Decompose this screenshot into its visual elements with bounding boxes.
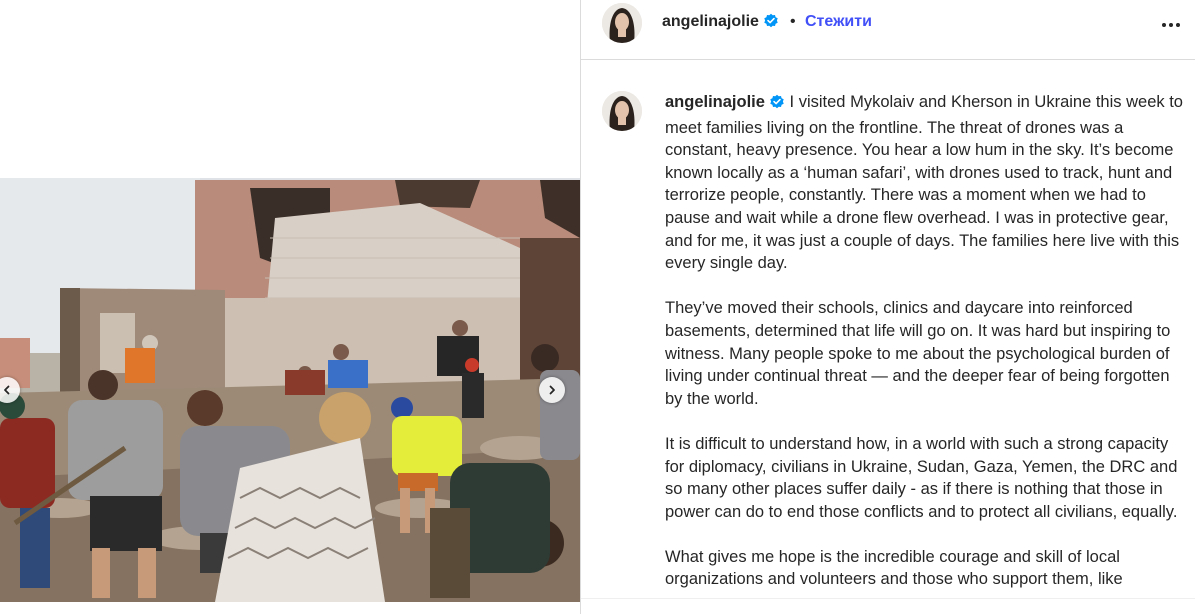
caption-area[interactable]: angelinajolie I visited Mykolaiv and Khe…: [581, 61, 1195, 601]
media-pane: [0, 0, 580, 614]
follow-button[interactable]: Стежити: [805, 13, 872, 31]
caption-text: I visited Mykolaiv and Kherson in Ukrain…: [665, 93, 1183, 273]
caption-paragraph-1: angelinajolie I visited Mykolaiv and Khe…: [665, 91, 1189, 275]
caption-avatar[interactable]: [602, 91, 642, 131]
caption-paragraph-2: They’ve moved their schools, clinics and…: [665, 299, 1171, 408]
caption-bottom-divider: [581, 598, 1195, 599]
caption-username[interactable]: angelinajolie: [665, 93, 765, 111]
verified-badge-icon: [763, 13, 779, 34]
caption-paragraph-4: What gives me hope is the incredible cou…: [665, 547, 1123, 589]
verified-badge-icon: [769, 94, 785, 117]
post-photo[interactable]: [0, 178, 580, 602]
more-options-icon: [1161, 15, 1181, 33]
more-options-button[interactable]: [1158, 13, 1184, 35]
avatar[interactable]: [602, 3, 642, 43]
post-header: angelinajolie • Стежити: [581, 0, 1195, 60]
caption-paragraph-3: It is difficult to understand how, in a …: [665, 434, 1178, 521]
separator-dot: •: [790, 13, 796, 30]
chevron-left-icon: [2, 385, 12, 395]
post-pane: angelinajolie • Стежити angelinajolie I …: [581, 0, 1195, 614]
username-text: angelinajolie: [662, 13, 759, 30]
post-author-username[interactable]: angelinajolie: [662, 13, 779, 34]
post-caption: angelinajolie I visited Mykolaiv and Khe…: [665, 91, 1189, 601]
carousel-next-button[interactable]: [539, 377, 565, 403]
chevron-right-icon: [547, 385, 557, 395]
